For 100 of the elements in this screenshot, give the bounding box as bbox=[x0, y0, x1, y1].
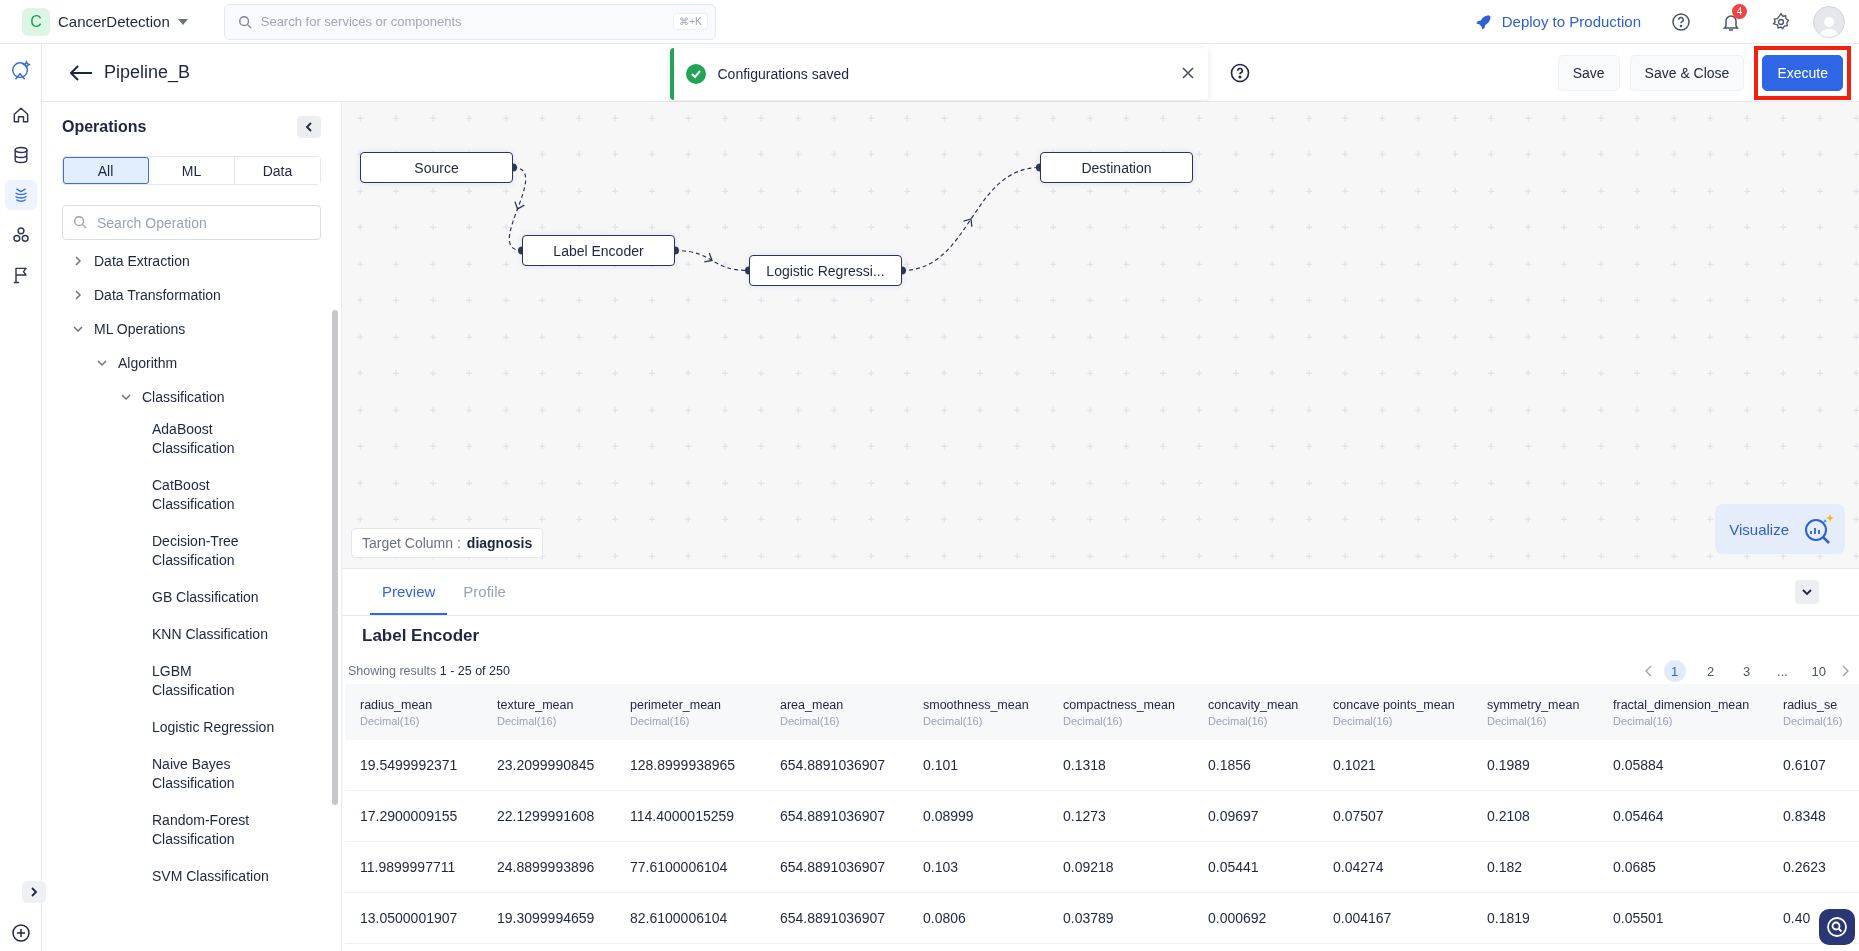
column-name: area_mean bbox=[780, 697, 845, 712]
toast-message: Configurations saved bbox=[717, 65, 851, 82]
logo-icon[interactable] bbox=[9, 60, 32, 82]
chevron-right-icon bbox=[72, 289, 84, 301]
table-cell: 0.182 bbox=[1487, 859, 1523, 875]
expand-button[interactable] bbox=[21, 881, 46, 903]
search-icon bbox=[237, 14, 252, 29]
help-icon[interactable] bbox=[1229, 62, 1250, 83]
deploy-link[interactable]: Deploy to Production bbox=[1473, 12, 1641, 31]
table-cell: 0.1021 bbox=[1333, 757, 1376, 773]
notification-count: 4 bbox=[1732, 3, 1747, 19]
rocket-icon bbox=[1473, 12, 1492, 31]
search-icon bbox=[1826, 916, 1848, 938]
preview-tab[interactable]: Preview bbox=[370, 569, 448, 615]
chevron-right-icon bbox=[72, 255, 84, 267]
column-type: Decimal(16) bbox=[923, 714, 984, 727]
operation-item[interactable]: AdaBoost Classification bbox=[152, 414, 277, 464]
pipeline-icon[interactable] bbox=[4, 180, 37, 210]
table-cell: 0.04274 bbox=[1333, 859, 1384, 875]
table-cell: 0.0685 bbox=[1613, 859, 1656, 875]
table-cell: 0.08999 bbox=[923, 808, 974, 824]
table-cell: 0.40 bbox=[1783, 910, 1811, 926]
tree-item[interactable]: Algorithm bbox=[96, 346, 321, 380]
pipeline-title: Pipeline_B bbox=[104, 62, 191, 83]
chevron-right-icon bbox=[29, 887, 38, 897]
operation-item[interactable]: Naive Bayes Classification bbox=[152, 749, 277, 799]
table-cell: 82.6100006104 bbox=[630, 910, 728, 926]
chevron-left-icon bbox=[305, 122, 313, 132]
tree-item[interactable]: Data Transformation bbox=[72, 278, 321, 312]
table-cell: 19.5499992371 bbox=[360, 757, 458, 773]
table-cell: 0.05501 bbox=[1613, 910, 1664, 926]
operation-item[interactable]: GB Classification bbox=[152, 582, 277, 613]
operation-item[interactable]: Random-Forest Classification bbox=[152, 805, 277, 855]
chevron-down-icon bbox=[120, 391, 132, 403]
tree-item[interactable]: ML Operations bbox=[72, 312, 321, 346]
app-badge: C bbox=[22, 7, 50, 36]
pipeline-node[interactable]: Source bbox=[360, 152, 513, 183]
table-cell: 0.1273 bbox=[1063, 808, 1106, 824]
table-cell: 0.1819 bbox=[1487, 910, 1530, 926]
column-name: perimeter_mean bbox=[630, 697, 722, 712]
chevron-down-icon bbox=[96, 357, 108, 369]
operation-item[interactable]: Logistic Regression bbox=[152, 712, 277, 743]
page-link[interactable]: ... bbox=[1771, 660, 1794, 682]
collapse-button[interactable] bbox=[297, 116, 321, 138]
caret-icon[interactable] bbox=[177, 18, 188, 25]
tree-item[interactable]: Data Extraction bbox=[72, 244, 321, 278]
column-name: concave points_mean bbox=[1333, 697, 1456, 712]
table-cell: 13.0500001907 bbox=[360, 910, 458, 926]
scrollbar[interactable] bbox=[332, 310, 338, 805]
table-cell: 24.8899993896 bbox=[497, 859, 595, 875]
table-cell: 0.2108 bbox=[1487, 808, 1530, 824]
table-cell: 0.05464 bbox=[1613, 808, 1664, 824]
visualize-button[interactable]: Visualize bbox=[1715, 504, 1845, 554]
column-name: fractal_dimension_mean bbox=[1613, 697, 1751, 712]
settings-icon[interactable] bbox=[1771, 11, 1791, 32]
column-type: Decimal(16) bbox=[780, 714, 841, 727]
table-cell: 0.2623 bbox=[1783, 859, 1826, 875]
operation-item[interactable]: SVM Classification bbox=[152, 861, 277, 892]
collapse-button[interactable] bbox=[1795, 580, 1819, 604]
operation-item[interactable]: Decision-Tree Classification bbox=[152, 526, 277, 576]
table-cell: 114.4000015259 bbox=[630, 808, 735, 824]
table-cell: 0.0806 bbox=[923, 910, 966, 926]
pipeline-node[interactable]: Logistic Regressi... bbox=[749, 255, 902, 286]
back-arrow-icon[interactable] bbox=[68, 62, 94, 83]
search-field[interactable]: Search Operation bbox=[62, 205, 321, 240]
search-icon bbox=[73, 215, 87, 229]
save-button[interactable]: Save bbox=[1557, 54, 1620, 91]
table-cell: 0.004167 bbox=[1333, 910, 1392, 926]
execute-button[interactable]: Execute bbox=[1762, 54, 1843, 91]
column-name: concavity_mean bbox=[1208, 697, 1300, 712]
operation-item[interactable]: KNN Classification bbox=[152, 619, 277, 650]
filter-tab[interactable]: All bbox=[63, 157, 149, 184]
page-link[interactable]: 2 bbox=[1699, 660, 1722, 682]
table-cell: 17.2900009155 bbox=[360, 808, 458, 824]
table-cell: 77.6100006104 bbox=[630, 859, 728, 875]
operation-item[interactable]: CatBoost Classification bbox=[152, 470, 277, 520]
table-cell: 654.8891036907 bbox=[780, 859, 886, 875]
table-cell: 0.1856 bbox=[1208, 757, 1251, 773]
page-link[interactable]: 1 bbox=[1663, 660, 1686, 682]
tag-value: diagnosis bbox=[466, 535, 533, 551]
pipeline-node[interactable]: Label Encoder bbox=[522, 235, 675, 266]
table-cell: 0.6107 bbox=[1783, 757, 1826, 773]
column-name: radius_se bbox=[1783, 697, 1839, 712]
table-cell: 0.05884 bbox=[1613, 757, 1664, 773]
app-name[interactable]: CancerDetection bbox=[58, 13, 170, 30]
save-button[interactable]: Save & Close bbox=[1629, 54, 1745, 91]
tree-item[interactable]: Classification bbox=[120, 380, 321, 414]
help-icon[interactable] bbox=[1671, 11, 1691, 32]
operation-item[interactable]: LGBM Classification bbox=[152, 656, 277, 706]
table-cell: 0.07507 bbox=[1333, 808, 1384, 824]
column-name: texture_mean bbox=[497, 697, 575, 712]
table-cell: 0.8348 bbox=[1783, 808, 1826, 824]
add-icon[interactable] bbox=[10, 923, 31, 943]
search-button[interactable] bbox=[1819, 909, 1855, 945]
table-cell: 0.103 bbox=[923, 859, 959, 875]
table-cell: 0.000692 bbox=[1208, 910, 1267, 926]
page-link[interactable]: 10 bbox=[1807, 660, 1830, 682]
column-type: Decimal(16) bbox=[360, 714, 421, 727]
pipeline-node[interactable]: Destination bbox=[1040, 152, 1193, 183]
page-link[interactable]: 3 bbox=[1735, 660, 1758, 682]
